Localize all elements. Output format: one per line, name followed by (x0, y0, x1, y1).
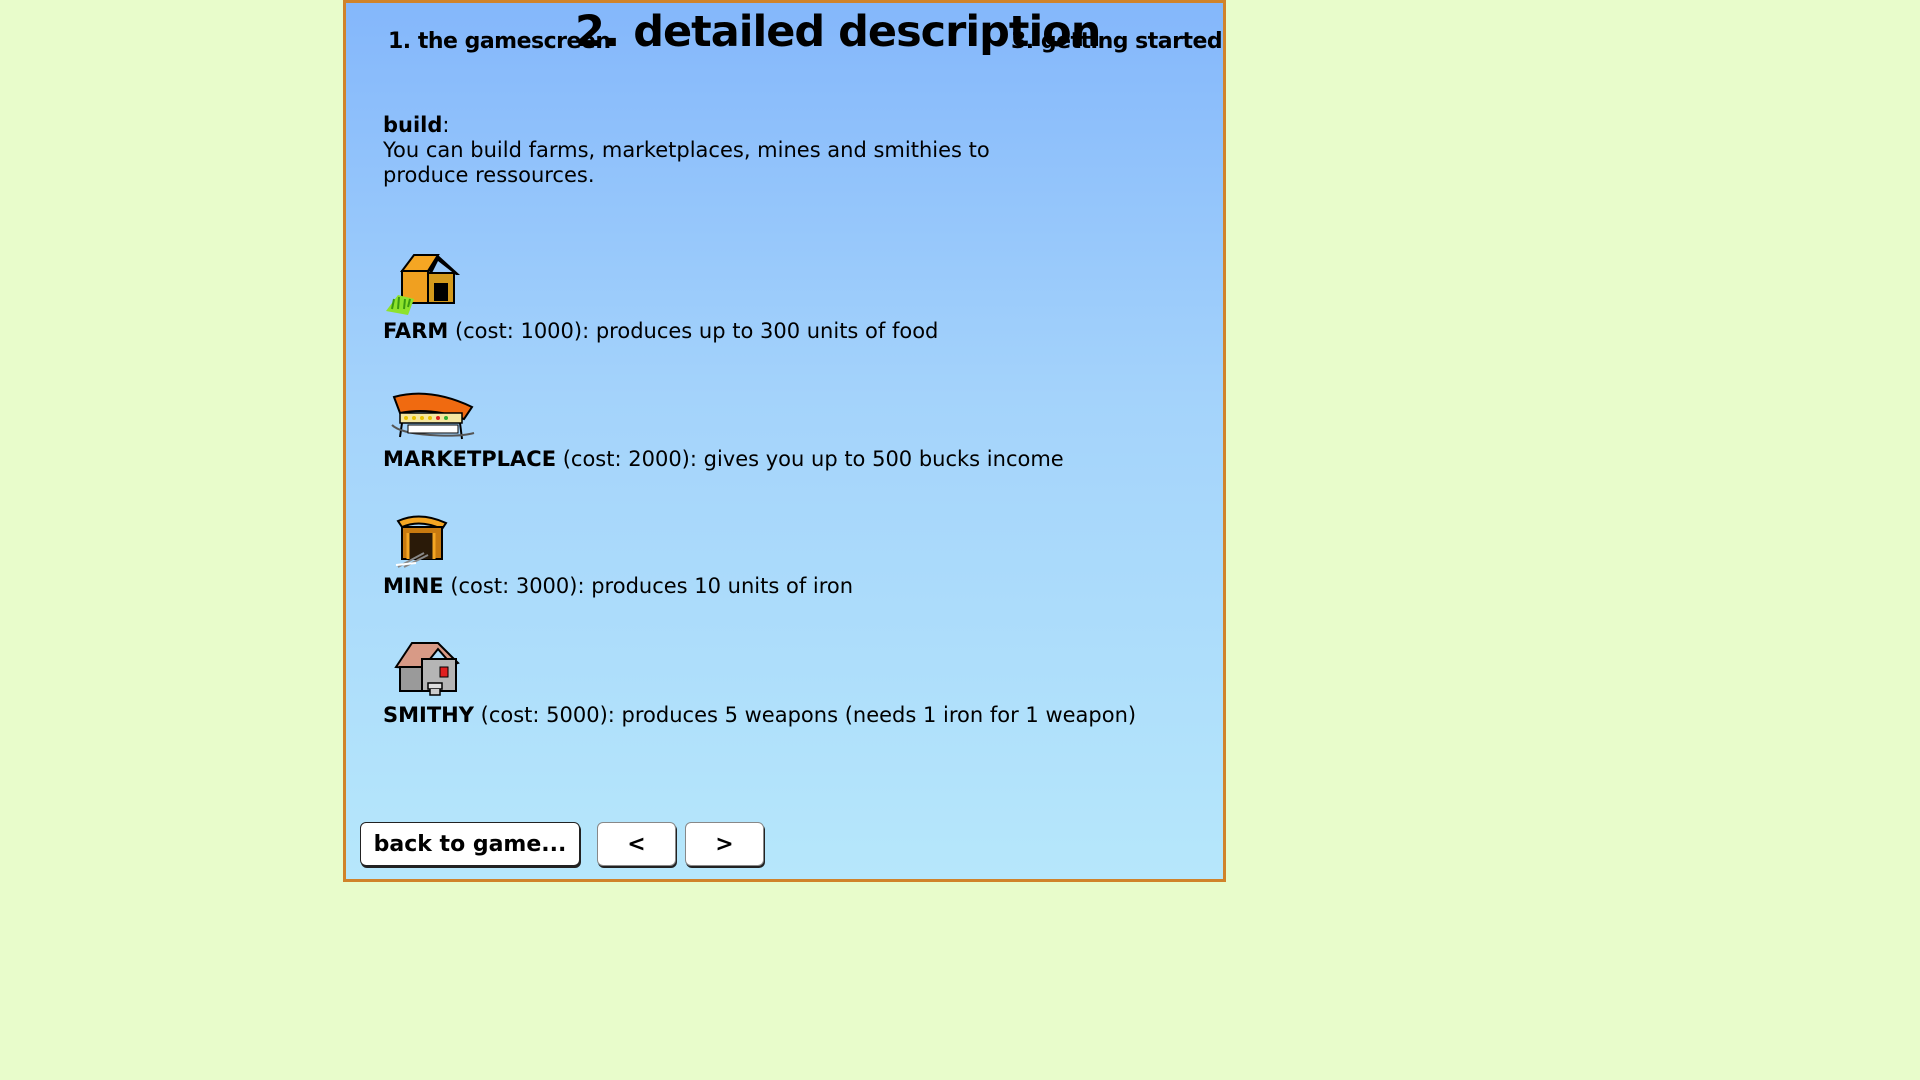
tab-bar: 1. the gamescreen 2. detailed descriptio… (346, 3, 1223, 83)
smithy-item: SMITHY (cost: 5000): produces 5 weapons … (383, 703, 1137, 727)
farm-icon (386, 254, 460, 315)
back-to-game-button[interactable]: back to game... (360, 822, 580, 866)
tab-getting-started[interactable]: 3. getting started (1011, 29, 1223, 54)
farm-item: FARM (cost: 1000): produces up to 300 un… (383, 319, 939, 343)
mine-icon (395, 515, 448, 568)
mine-item: MINE (cost: 3000): produces 10 units of … (383, 574, 854, 598)
description-panel: 1. the gamescreen 2. detailed descriptio… (343, 0, 1226, 882)
previous-page-button[interactable]: < (597, 822, 676, 866)
next-page-button[interactable]: > (685, 822, 764, 866)
marketplace-icon (391, 392, 475, 440)
build-description: You can build farms, marketplaces, mines… (383, 138, 990, 187)
smithy-icon (394, 642, 460, 696)
build-intro: build: You can build farms, marketplaces… (383, 113, 1003, 188)
marketplace-item: MARKETPLACE (cost: 2000): gives you up t… (383, 447, 1064, 471)
build-heading: build (383, 113, 443, 137)
